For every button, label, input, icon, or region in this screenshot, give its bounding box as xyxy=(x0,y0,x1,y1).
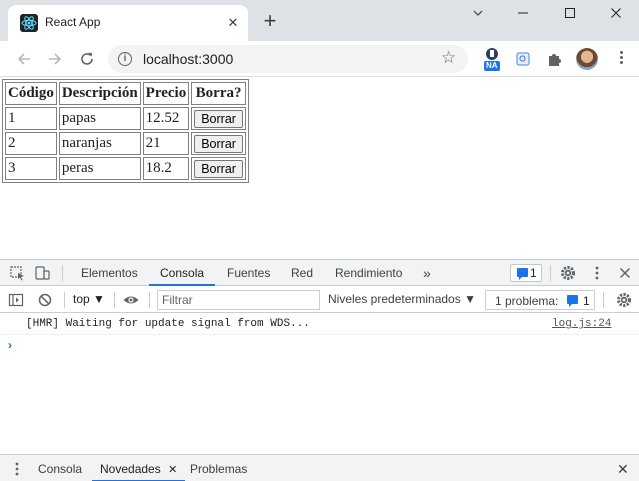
url-text[interactable]: localhost:3000 xyxy=(143,51,233,67)
cell-action: Borrar xyxy=(191,107,246,130)
tab-rendimiento[interactable]: Rendimiento xyxy=(335,260,402,286)
devtools-drawer-tabbar: Consola Novedades ✕ Problemas ✕ xyxy=(0,454,639,481)
cell-codigo: 1 xyxy=(5,107,57,130)
browser-toolbar: i localhost:3000 ☆ NA xyxy=(0,41,639,77)
sidebar-toggle-icon[interactable] xyxy=(7,291,25,309)
cell-precio: 12.52 xyxy=(142,107,190,130)
log-levels-dropdown[interactable]: Niveles predeterminados ▼ xyxy=(328,292,476,306)
header-borra: Borra? xyxy=(191,82,246,105)
inspect-element-icon[interactable] xyxy=(9,264,27,282)
devtools-close-icon[interactable] xyxy=(616,264,634,282)
toolbar-divider xyxy=(64,292,65,308)
tab-consola[interactable]: Consola xyxy=(149,260,216,286)
cell-precio: 21 xyxy=(142,132,190,155)
toolbar-divider xyxy=(62,265,63,281)
minimize-icon[interactable] xyxy=(500,0,546,26)
table-row: 3 peras 18.2 Borrar xyxy=(5,157,246,180)
table-row: 2 naranjas 21 Borrar xyxy=(5,132,246,155)
devtools-menu-icon[interactable] xyxy=(588,264,606,282)
cell-descripcion: peras xyxy=(58,157,141,180)
toolbar-divider xyxy=(114,292,115,308)
live-expression-eye-icon[interactable] xyxy=(122,291,140,309)
console-source-link[interactable]: log.js:24 xyxy=(552,318,611,330)
toolbar-divider xyxy=(149,292,150,308)
page-viewport: Código Descripción Precio Borra? 1 papas… xyxy=(0,78,639,259)
console-output[interactable]: [HMR] Waiting for update signal from WDS… xyxy=(0,314,639,454)
profile-avatar[interactable] xyxy=(576,48,598,70)
issues-count: 1 xyxy=(530,266,537,280)
drawer-tab-problemas[interactable]: Problemas xyxy=(190,455,247,481)
browser-menu-icon[interactable] xyxy=(613,49,629,69)
drawer-tab-consola[interactable]: Consola xyxy=(38,455,82,481)
devtools-panel: Elementos Consola Fuentes Red Rendimient… xyxy=(0,259,639,481)
extensions-puzzle-icon[interactable] xyxy=(542,46,568,72)
cell-descripcion: papas xyxy=(58,107,141,130)
drawer-tab-close-icon[interactable]: ✕ xyxy=(168,464,177,476)
devtools-tabbar: Elementos Consola Fuentes Red Rendimient… xyxy=(0,260,639,286)
console-prompt-chevron-icon[interactable]: › xyxy=(8,338,12,352)
console-filter-bar: top ▼ Niveles predeterminados ▼ 1 proble… xyxy=(0,287,639,313)
extension-na-icon[interactable]: NA xyxy=(480,46,506,72)
problems-button[interactable]: 1 problema: 1 xyxy=(485,290,595,310)
borrar-button[interactable]: Borrar xyxy=(194,159,243,178)
maximize-icon[interactable] xyxy=(547,0,593,26)
context-selector[interactable]: top ▼ xyxy=(73,292,105,306)
header-codigo: Código xyxy=(5,82,57,105)
cell-action: Borrar xyxy=(191,157,246,180)
new-tab-button[interactable]: + xyxy=(258,10,282,34)
device-toolbar-icon[interactable] xyxy=(33,264,51,282)
browser-tabstrip: React App ✕ + xyxy=(0,0,639,41)
message-icon xyxy=(517,268,528,280)
tab-close-icon[interactable]: ✕ xyxy=(224,14,242,32)
drawer-tab-novedades-label: Novedades xyxy=(100,462,161,476)
console-filter-input[interactable] xyxy=(157,290,320,310)
console-message-row: [HMR] Waiting for update signal from WDS… xyxy=(0,314,639,335)
console-settings-gear-icon[interactable] xyxy=(615,291,633,309)
console-message: [HMR] Waiting for update signal from WDS… xyxy=(26,318,310,330)
tab-red[interactable]: Red xyxy=(291,260,313,286)
tab-title: React App xyxy=(45,15,101,29)
borrar-button[interactable]: Borrar xyxy=(194,134,243,153)
extension-search-icon[interactable] xyxy=(510,46,536,72)
reload-icon[interactable] xyxy=(75,47,99,71)
react-logo-icon xyxy=(20,14,38,32)
header-precio: Precio xyxy=(142,82,190,105)
forward-arrow-icon[interactable] xyxy=(43,47,67,71)
toolbar-divider xyxy=(550,265,551,281)
header-descripcion: Descripción xyxy=(58,82,141,105)
browser-tab-react-app[interactable]: React App ✕ xyxy=(8,5,248,41)
drawer-menu-icon[interactable] xyxy=(8,460,26,478)
drawer-tab-novedades[interactable]: Novedades ✕ xyxy=(92,455,186,481)
products-table: Código Descripción Precio Borra? 1 papas… xyxy=(2,79,249,183)
problems-label: 1 problema: xyxy=(495,294,559,308)
issues-badge[interactable]: 1 xyxy=(510,264,542,282)
borrar-button[interactable]: Borrar xyxy=(194,109,243,128)
cell-codigo: 2 xyxy=(5,132,57,155)
drawer-close-icon[interactable]: ✕ xyxy=(617,455,629,481)
address-bar[interactable]: i localhost:3000 ☆ xyxy=(108,45,468,73)
window-close-icon[interactable] xyxy=(593,0,639,26)
cell-precio: 18.2 xyxy=(142,157,190,180)
tab-elementos[interactable]: Elementos xyxy=(81,260,138,286)
tab-search-chevron-icon[interactable] xyxy=(455,0,501,26)
cell-descripcion: naranjas xyxy=(58,132,141,155)
bookmark-star-icon[interactable]: ☆ xyxy=(441,48,456,68)
more-tabs-chevron-icon[interactable]: » xyxy=(423,260,431,286)
site-info-icon[interactable]: i xyxy=(118,52,132,66)
settings-gear-icon[interactable] xyxy=(559,264,577,282)
cell-codigo: 3 xyxy=(5,157,57,180)
table-row: 1 papas 12.52 Borrar xyxy=(5,107,246,130)
message-icon xyxy=(567,295,578,307)
tab-fuentes[interactable]: Fuentes xyxy=(227,260,270,286)
clear-console-icon[interactable] xyxy=(36,291,54,309)
extension-badge: NA xyxy=(484,61,500,71)
problems-count: 1 xyxy=(583,294,590,308)
toolbar-divider xyxy=(603,292,604,308)
table-header-row: Código Descripción Precio Borra? xyxy=(5,82,246,105)
back-arrow-icon[interactable] xyxy=(12,47,36,71)
cell-action: Borrar xyxy=(191,132,246,155)
